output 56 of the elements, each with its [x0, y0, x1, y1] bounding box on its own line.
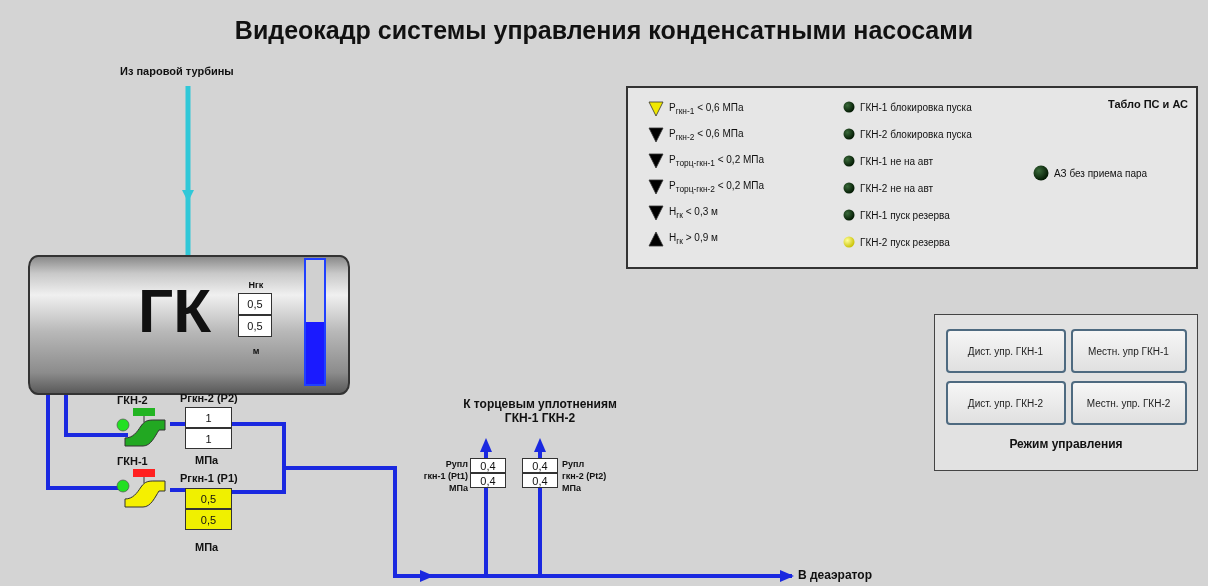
alarm-text: Н$_{гк}$ < 0,3 м: [669, 206, 718, 220]
pump-label: ГКН-2: [117, 394, 148, 406]
control-mode-button[interactable]: Местн. упр ГКН-1: [1070, 329, 1187, 373]
pressure-value: 1: [185, 428, 232, 449]
gauge-label: гкн-1 (Pt1): [423, 470, 468, 482]
gauge-label: МПа: [562, 482, 581, 494]
pressure-label: Ргкн-1 (Р1): [180, 472, 238, 484]
flow-arrow-icon: [480, 438, 492, 452]
gauge-label: Рупл: [445, 458, 468, 470]
alarm-text: АЗ без приема пара: [1054, 167, 1148, 179]
level-label: Нгк: [247, 280, 265, 290]
tank-label: ГК: [138, 280, 211, 342]
pressure-value: 1: [185, 407, 232, 428]
panel-title: Режим управления: [1009, 437, 1123, 451]
seal-title: К торцевым уплотнениям: [463, 397, 617, 411]
pump-icon[interactable]: [124, 480, 166, 508]
pressure-label: Ргкн-2 (Р2): [180, 392, 238, 404]
unit-label: МПа: [195, 541, 219, 553]
seal-pressure-value: 0,4: [522, 458, 558, 473]
gauge-label: гкн-2 (Pt2): [562, 470, 607, 482]
level-value: 0,5: [238, 315, 272, 337]
flow-arrow-icon: [780, 570, 794, 582]
gauge-label: МПа: [449, 482, 468, 494]
inlet-label: Из паровой турбины: [120, 65, 234, 77]
pressure-value: 0,5: [185, 488, 232, 509]
seal-pressure-value: 0,4: [522, 473, 558, 488]
alarm-text: Р$_{гкн-2}$ < 0,6 МПа: [669, 128, 744, 142]
pump-icon[interactable]: [124, 419, 166, 447]
alarm-text: ГКН-2 блокировка пуска: [860, 128, 972, 140]
screen-title: Видеокадр системы управления конденсатными насосами: [234, 16, 974, 44]
outlet-label: В деаэратор: [798, 568, 872, 582]
seal-pressure-value: 0,4: [470, 458, 506, 473]
alarm-text: Р$_{гкн-1}$ < 0,6 МПа: [669, 102, 744, 116]
control-mode-button[interactable]: Местн. упр. ГКН-2: [1070, 381, 1187, 425]
panel-title: Табло ПС и АС: [1107, 98, 1188, 110]
alarm-text: ГКН-2 не на авт: [860, 182, 934, 194]
alarm-text: Р$_{торц-гкн-1}$ < 0,2 МПа: [669, 154, 765, 168]
unit-label: МПа: [195, 454, 219, 466]
unit-label: м: [251, 346, 261, 356]
control-mode-button[interactable]: Дист. упр. ГКН-2: [945, 381, 1066, 425]
alarm-text: ГКН-1 не на авт: [860, 155, 934, 167]
ready-lamp: [116, 479, 130, 493]
alarm-text: ГКН-1 блокировка пуска: [860, 101, 972, 113]
alarm-text: Н$_{гк}$ > 0,9 м: [669, 232, 718, 246]
gauge-label: Рупл: [562, 458, 585, 470]
alarm-text: ГКН-2 пуск резерва: [860, 236, 950, 248]
ready-lamp: [116, 418, 130, 432]
pressure-value: 0,5: [185, 509, 232, 530]
alarm-text: Р$_{торц-гкн-2}$ < 0,2 МПа: [669, 180, 765, 194]
flow-arrow-icon: [534, 438, 546, 452]
seal-pressure-value: 0,4: [470, 473, 506, 488]
pump-label: ГКН-1: [117, 455, 148, 467]
level-value: 0,5: [238, 293, 272, 315]
seal-title: ГКН-1 ГКН-2: [504, 411, 576, 425]
alarm-text: ГКН-1 пуск резерва: [860, 209, 950, 221]
control-mode-button[interactable]: Дист. упр. ГКН-1: [945, 329, 1066, 373]
